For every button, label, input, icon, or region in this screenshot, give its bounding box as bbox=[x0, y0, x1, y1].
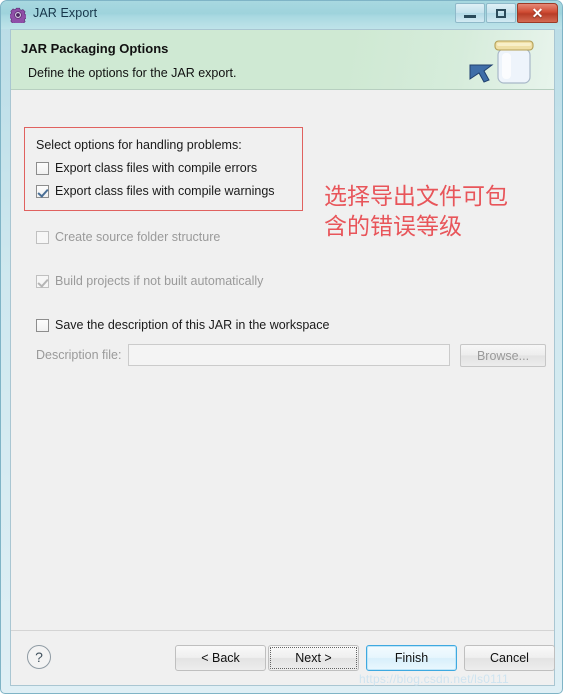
close-icon: ✕ bbox=[531, 5, 544, 21]
jar-export-window: JAR Export ✕ JAR Packaging Options Defin… bbox=[0, 0, 563, 694]
window-title: JAR Export bbox=[33, 6, 98, 20]
maximize-icon bbox=[496, 8, 506, 18]
close-button[interactable]: ✕ bbox=[517, 3, 558, 23]
checkbox-box[interactable] bbox=[36, 161, 49, 175]
checkbox-label: Save the description of this JAR in the … bbox=[55, 318, 330, 332]
jar-jar-icon bbox=[462, 32, 546, 90]
cancel-button[interactable]: Cancel bbox=[464, 645, 555, 671]
back-button[interactable]: < Back bbox=[175, 645, 266, 671]
options-group-label-row: Select options for handling problems: bbox=[36, 138, 242, 152]
description-file-row: Description file: Browse... bbox=[36, 344, 546, 368]
checkbox-label: Export class files with compile warnings bbox=[55, 184, 275, 198]
page-title: JAR Packaging Options bbox=[21, 41, 169, 56]
chinese-annotation-text: 选择导出文件可包 含的错误等级 bbox=[324, 184, 508, 240]
page-description: Define the options for the JAR export. bbox=[28, 66, 237, 80]
checkbox-box bbox=[36, 274, 49, 288]
description-file-label: Description file: bbox=[36, 348, 122, 362]
checkbox-create-source-folder-structure: Create source folder structure bbox=[36, 230, 220, 244]
checkbox-box[interactable] bbox=[36, 318, 49, 332]
checkbox-build-projects-if-not-built-automatically: Build projects if not built automaticall… bbox=[36, 274, 263, 288]
minimize-icon bbox=[464, 15, 476, 18]
description-file-input[interactable] bbox=[128, 344, 450, 366]
checkbox-export-compile-errors[interactable]: Export class files with compile errors bbox=[36, 161, 257, 175]
minimize-button[interactable] bbox=[455, 3, 485, 23]
page-banner: JAR Packaging Options Define the options… bbox=[11, 30, 554, 90]
help-icon[interactable]: ? bbox=[27, 645, 51, 669]
dialog-client-area: JAR Packaging Options Define the options… bbox=[10, 29, 555, 686]
options-content: Select options for handling problems: Ex… bbox=[11, 91, 554, 631]
checkbox-box bbox=[36, 230, 49, 244]
dialog-button-bar: ? < Back Next > Finish Cancel bbox=[11, 630, 555, 685]
jar-export-gear-icon bbox=[9, 7, 27, 26]
browse-button[interactable]: Browse... bbox=[460, 344, 546, 367]
checkbox-label: Build projects if not built automaticall… bbox=[55, 274, 264, 288]
title-bar: JAR Export ✕ bbox=[1, 1, 562, 29]
checkbox-label: Create source folder structure bbox=[55, 230, 221, 244]
maximize-button[interactable] bbox=[486, 3, 516, 23]
checkbox-box[interactable] bbox=[36, 184, 49, 198]
checkbox-save-description-in-workspace[interactable]: Save the description of this JAR in the … bbox=[36, 318, 329, 332]
checkbox-label: Export class files with compile errors bbox=[55, 161, 258, 175]
options-group-label: Select options for handling problems: bbox=[36, 138, 242, 152]
finish-button[interactable]: Finish bbox=[366, 645, 457, 671]
checkbox-export-compile-warnings[interactable]: Export class files with compile warnings bbox=[36, 184, 275, 198]
next-button[interactable]: Next > bbox=[268, 645, 359, 671]
